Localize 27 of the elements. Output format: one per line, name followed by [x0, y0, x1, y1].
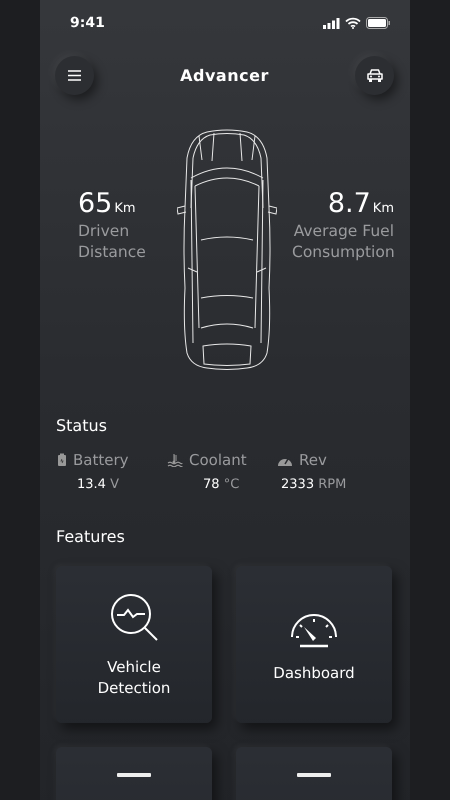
menu-button[interactable]	[55, 56, 94, 95]
wifi-icon	[345, 17, 361, 29]
car-button[interactable]	[355, 56, 394, 95]
feature-card[interactable]: Vehicle Detection	[56, 566, 212, 723]
signal-icon	[323, 18, 340, 28]
status-value: 78 °C	[202, 477, 240, 492]
status-label: Battery	[73, 451, 129, 469]
clock-time: 9:41	[70, 15, 105, 31]
car-icon	[366, 69, 382, 82]
app-title: Advancer	[180, 66, 269, 85]
stat-value: 8.7 Km	[326, 188, 394, 219]
battery-icon	[57, 453, 67, 467]
section-heading: Status	[55, 415, 108, 435]
stat-label: Average Fuel Consumption	[292, 221, 394, 263]
stat-value: 65 Km	[78, 188, 137, 219]
thermometer-icon	[167, 453, 183, 467]
card-icon	[297, 773, 331, 777]
status-value: 2333 RPM	[280, 477, 348, 492]
status-label: Coolant	[189, 451, 247, 469]
stat-label: Driven Distance	[78, 221, 147, 263]
battery-icon	[366, 17, 390, 29]
menu-icon	[68, 70, 81, 81]
status-value: 13.4 V	[76, 477, 120, 492]
section-heading: Features	[55, 526, 126, 546]
status-label: Rev	[299, 451, 327, 469]
feature-card[interactable]: Dashboard	[236, 566, 392, 723]
card-icon	[117, 773, 151, 777]
